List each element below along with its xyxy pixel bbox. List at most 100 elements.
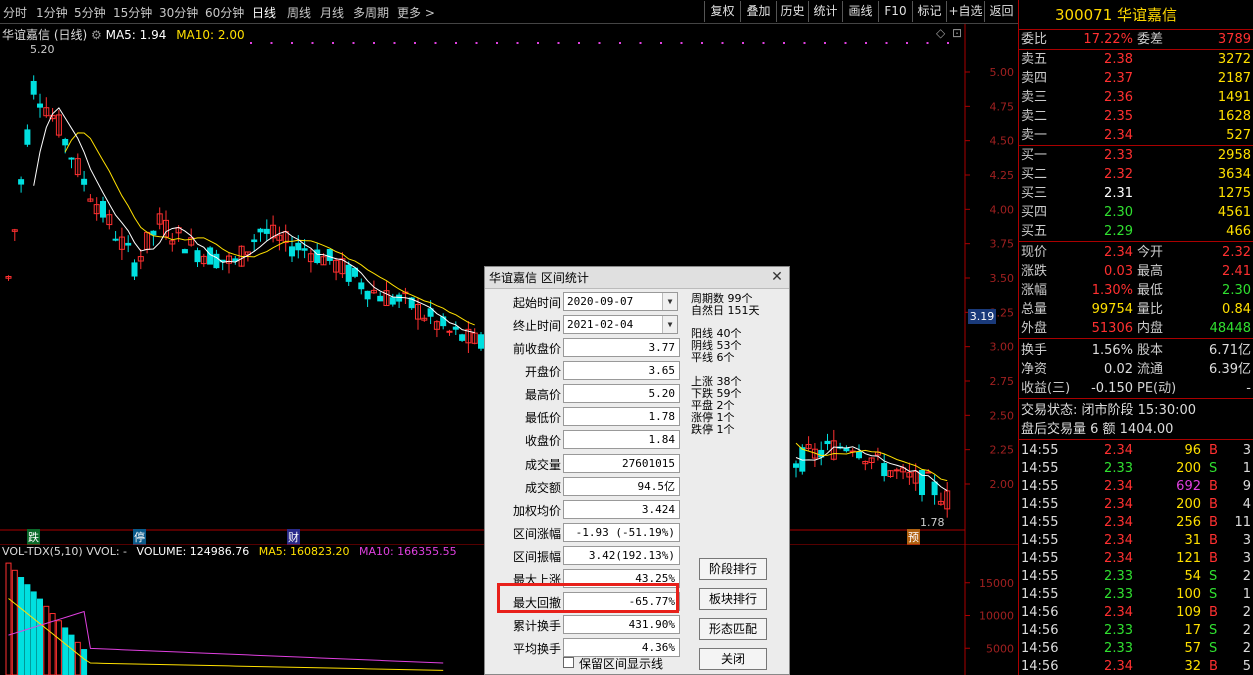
period-tab-5min[interactable]: 5分钟 xyxy=(74,4,106,21)
tick-side: S xyxy=(1209,587,1218,602)
volume-bar xyxy=(81,649,88,675)
ask-volume: 2187 xyxy=(1217,71,1251,86)
close-icon[interactable]: ✕ xyxy=(769,269,785,285)
bid-level-label: 买三 xyxy=(1021,186,1048,201)
add-watchlist-button[interactable]: +自选 xyxy=(946,1,984,22)
ask-level-row: 卖二 2.35 1628 xyxy=(1019,107,1253,126)
stat-value: - xyxy=(1246,381,1251,396)
stat-field-value: -1.93 (-51.19%) xyxy=(563,522,680,542)
period-tab-monthly[interactable]: 月线 xyxy=(320,4,344,21)
stat-label: 涨幅 xyxy=(1021,283,1048,298)
adjust-button[interactable]: 复权 xyxy=(704,1,740,22)
tick-volume: 200 xyxy=(1176,461,1201,476)
ask-level-label: 卖五 xyxy=(1021,52,1048,67)
period-tab-30min[interactable]: 30分钟 xyxy=(159,4,198,21)
stat-field-value: 5.20 xyxy=(563,384,680,404)
candle-body xyxy=(452,326,459,330)
tick-side: B xyxy=(1209,515,1218,530)
volume-tick-label: 15000 xyxy=(979,577,1014,590)
bid-price: 2.30 xyxy=(1104,205,1133,220)
volume-value: VOLUME: 124986.76 xyxy=(136,545,250,558)
tick-price: 2.33 xyxy=(1104,461,1133,476)
tick-count: 2 xyxy=(1242,605,1251,620)
tick-volume: 256 xyxy=(1176,515,1201,530)
chevron-down-icon[interactable]: ▼ xyxy=(662,316,677,333)
trade-status-row: 交易状态: 闭市阶段 15:30:00 xyxy=(1019,401,1253,420)
candle-body xyxy=(446,330,453,333)
start-date-select[interactable]: 2020-09-07 ▼ xyxy=(563,292,678,311)
volume-bar xyxy=(74,641,81,675)
end-date-value: 2021-02-04 xyxy=(567,318,634,331)
candle-body xyxy=(207,247,214,265)
keep-line-checkbox[interactable] xyxy=(563,657,574,668)
close-button[interactable]: 关闭 xyxy=(699,648,767,670)
mark-button[interactable]: 标记 xyxy=(912,1,946,22)
stat-label: 最高 xyxy=(1137,264,1164,279)
pattern-match-button[interactable]: 形态匹配 xyxy=(699,618,767,640)
ask-price: 2.36 xyxy=(1104,90,1133,105)
bid-level-label: 买一 xyxy=(1021,148,1048,163)
stat-value: 51306 xyxy=(1091,321,1133,336)
statistics-button[interactable]: 统计 xyxy=(808,1,842,22)
tick-side: S xyxy=(1209,461,1218,476)
period-tab-daily[interactable]: 日线 xyxy=(252,4,276,21)
tick-volume: 200 xyxy=(1176,497,1201,512)
f10-button[interactable]: F10 xyxy=(878,1,912,22)
overlay-button[interactable]: 叠加 xyxy=(740,1,776,22)
history-button[interactable]: 历史 xyxy=(776,1,808,22)
tick-count: 3 xyxy=(1242,551,1251,566)
stat-field-value: 1.78 xyxy=(563,407,680,427)
start-date-value: 2020-09-07 xyxy=(567,295,634,308)
tick-volume: 32 xyxy=(1184,659,1201,674)
back-button[interactable]: 返回 xyxy=(984,1,1018,22)
candle-body xyxy=(793,463,799,468)
tick-price: 2.33 xyxy=(1104,569,1133,584)
tick-time: 14:55 xyxy=(1021,443,1059,458)
stage-rank-button[interactable]: 阶段排行 xyxy=(699,558,767,580)
ma10-legend: MA10: 2.00 xyxy=(176,28,245,42)
stat-field-label: 成交额 xyxy=(524,480,561,495)
bid-level-label: 买四 xyxy=(1021,205,1048,220)
candle-body xyxy=(396,294,403,302)
stat-value: 1.56% xyxy=(1091,343,1133,358)
stat-label: 换手 xyxy=(1021,343,1048,358)
period-tab-multi[interactable]: 多周期 xyxy=(353,4,389,21)
stat-value: 2.34 xyxy=(1104,245,1133,260)
price-tick-label: 2.75 xyxy=(990,375,1015,388)
tick-count: 3 xyxy=(1242,443,1251,458)
tick-count: 1 xyxy=(1242,461,1251,476)
end-date-select[interactable]: 2021-02-04 ▼ xyxy=(563,315,678,334)
after-hours-volume: 盘后交易量 6 额 1404.00 xyxy=(1021,422,1174,437)
marker-forecast: 预 xyxy=(907,529,920,545)
stat-value: 2.32 xyxy=(1222,245,1251,260)
keep-line-label: 保留区间显示线 xyxy=(579,657,664,671)
diamond-icon[interactable]: ◇ xyxy=(936,26,945,40)
period-tab-60min[interactable]: 60分钟 xyxy=(205,4,244,21)
period-tab-weekly[interactable]: 周线 xyxy=(287,4,311,21)
price-tick-label: 5.00 xyxy=(990,66,1015,79)
settings-icon[interactable]: ⚙ xyxy=(91,28,106,42)
stat-label: 净资 xyxy=(1021,362,1048,377)
bid-price: 2.33 xyxy=(1104,148,1133,163)
period-toolbar: 分时 1分钟 5分钟 15分钟 30分钟 60分钟 日线 周线 月线 多周期 更… xyxy=(0,0,1018,24)
draw-line-button[interactable]: 画线 xyxy=(842,1,878,22)
marker-financial: 财 xyxy=(287,529,300,545)
chevron-down-icon[interactable]: ▼ xyxy=(662,293,677,310)
sector-rank-button[interactable]: 板块排行 xyxy=(699,588,767,610)
tick-time: 14:55 xyxy=(1021,533,1059,548)
ma5-legend: MA5: 1.94 xyxy=(105,28,167,42)
stat-field-value: 1.84 xyxy=(563,430,680,450)
stat-label: 收益(三) xyxy=(1021,381,1071,396)
period-tab-intraday[interactable]: 分时 xyxy=(3,4,27,21)
ask-price: 2.35 xyxy=(1104,109,1133,124)
tick-time: 14:55 xyxy=(1021,569,1059,584)
period-tab-15min[interactable]: 15分钟 xyxy=(113,4,152,21)
candle-body xyxy=(881,463,888,477)
end-time-label: 终止时间 xyxy=(512,319,561,333)
candle-body xyxy=(893,469,900,472)
stat-field-value: 3.65 xyxy=(563,361,680,381)
period-tab-more[interactable]: 更多 > xyxy=(397,4,435,21)
expand-icon[interactable]: ⊡ xyxy=(952,26,962,40)
period-tab-1min[interactable]: 1分钟 xyxy=(36,4,68,21)
candle-body xyxy=(289,246,295,257)
